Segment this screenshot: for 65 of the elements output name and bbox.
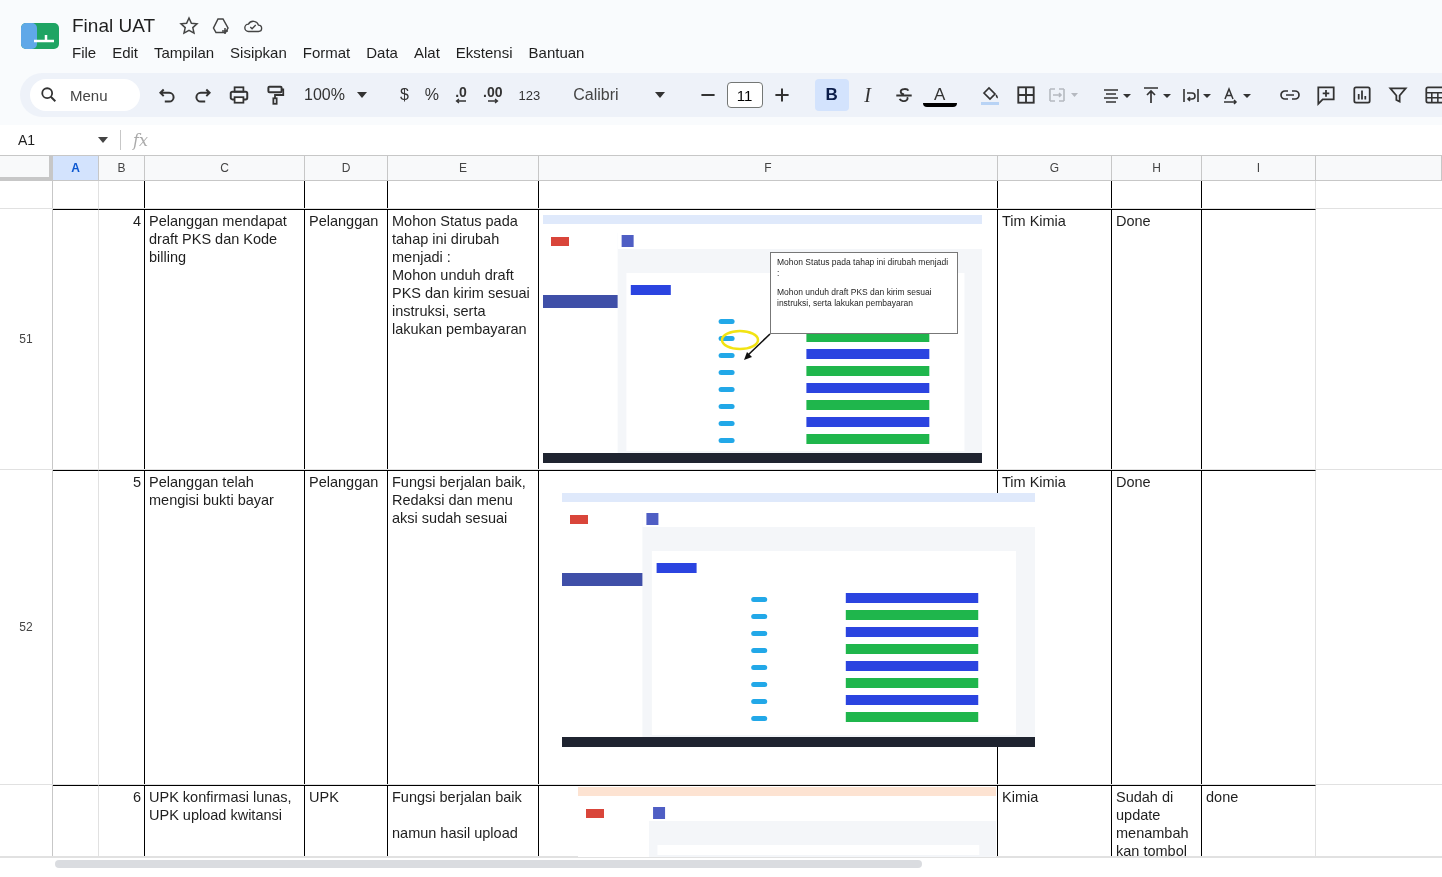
table-cell: UPK: [305, 785, 388, 856]
menu-search-field[interactable]: Menu: [30, 79, 140, 111]
table-cell: [53, 785, 99, 856]
column-header[interactable]: A: [53, 156, 99, 181]
menu-item[interactable]: Format: [302, 42, 358, 63]
menu-item[interactable]: Ekstensi: [455, 42, 520, 63]
font-size-field[interactable]: 11: [726, 82, 763, 108]
column-header[interactable]: G: [998, 156, 1112, 181]
menu-item[interactable]: Data: [366, 42, 405, 63]
left-arrow-icon: [455, 98, 468, 104]
table-cell: done: [1202, 785, 1316, 856]
column-header[interactable]: F: [539, 156, 998, 181]
table-cell: Pelanggan mendapat draft PKS dan Kode billing: [145, 209, 305, 469]
callout-arrow: [742, 332, 772, 362]
table-cell: Done: [1112, 209, 1202, 469]
formula-label: fx: [133, 130, 148, 150]
column-header[interactable]: H: [1112, 156, 1202, 181]
search-icon: [40, 86, 58, 104]
column-header[interactable]: B: [99, 156, 145, 181]
table-cell: Sudah di update menambah kan tombol: [1112, 785, 1202, 856]
callout-text: Mohon unduh draft PKS dan kirim sesuai instruksi, serta lakukan pembayaran: [777, 287, 933, 309]
table-cell: Done: [1112, 470, 1202, 784]
decrease-decimal-button[interactable]: .0: [448, 79, 475, 111]
font-dropdown[interactable]: Calibri: [563, 79, 675, 111]
scrollbar-thumb[interactable]: [55, 860, 922, 868]
table-cell: 5: [99, 470, 145, 784]
menu-item[interactable]: Bantuan: [528, 42, 592, 63]
table-cell: Tim Kimia: [998, 209, 1112, 469]
italic-button[interactable]: I: [850, 79, 885, 111]
table-cell: Fungsi berjalan baik namun hasil upload: [388, 785, 539, 856]
table-cell: UPK konfirmasi lunas, UPK upload kwitansi: [145, 785, 305, 856]
drive-add-icon[interactable]: [211, 16, 232, 36]
menu-item[interactable]: Tampilan: [154, 42, 222, 63]
bold-button[interactable]: B: [814, 79, 849, 111]
table-cell: 6: [99, 785, 145, 856]
percent-button[interactable]: %: [417, 79, 447, 111]
menu-item[interactable]: File: [72, 42, 104, 63]
more-formats-button[interactable]: 123: [511, 79, 548, 111]
table-cell: Mohon Status pada tahap ini dirubah menjadi : Mohon unduh draft PKS dan kirim sesuai instruksi, serta lakukan pembayaran: [388, 209, 539, 469]
caret-icon: [356, 92, 367, 98]
column-header[interactable]: I: [1202, 156, 1316, 181]
star-icon[interactable]: [179, 16, 200, 36]
menu-item[interactable]: Edit: [112, 42, 146, 63]
name-box[interactable]: A1: [0, 132, 120, 148]
sheets-logo-icon[interactable]: [20, 21, 60, 51]
increase-decimal-button[interactable]: .00: [476, 79, 510, 111]
table-cell: Pelanggan: [305, 470, 388, 784]
column-header[interactable]: C: [145, 156, 305, 181]
column-header[interactable]: D: [305, 156, 388, 181]
zoom-dropdown[interactable]: 100%: [294, 79, 377, 111]
table-cell: Pelanggan telah mengisi bukti bayar: [145, 470, 305, 784]
column-header[interactable]: E: [388, 156, 539, 181]
text-color-button[interactable]: A: [922, 83, 957, 107]
table-cell: Pelanggan: [305, 209, 388, 469]
callout-text: Mohon Status pada tahap ini dirubah menjadi :: [777, 257, 950, 279]
menu-item[interactable]: Alat: [413, 42, 447, 63]
caret-icon: [98, 137, 108, 143]
currency-button[interactable]: $: [392, 79, 416, 111]
menu-item[interactable]: Sisipkan: [230, 42, 294, 63]
right-arrow-icon: [486, 98, 499, 104]
caret-icon: [654, 92, 665, 98]
table-cell: Kimia: [998, 785, 1112, 856]
table-cell: Fungsi berjalan baik, Redaksi dan menu aksi sudah sesuai: [388, 470, 539, 784]
table-cell: 4: [99, 209, 145, 469]
document-title[interactable]: Final UAT: [72, 15, 156, 37]
